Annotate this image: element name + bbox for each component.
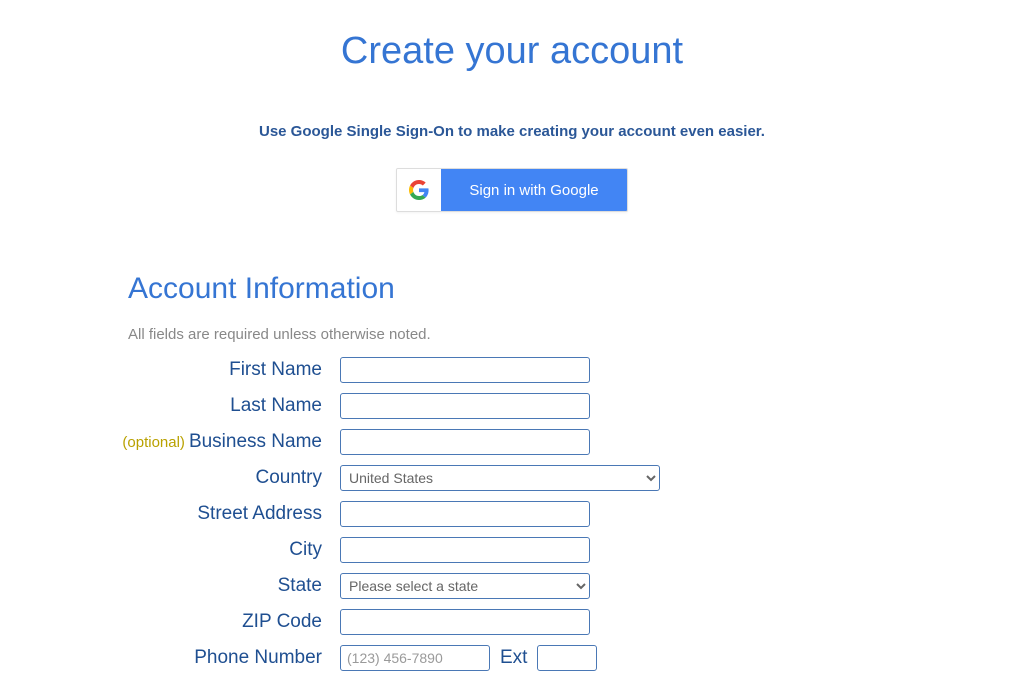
google-signin-button[interactable]: Sign in with Google: [396, 168, 627, 212]
phone-field[interactable]: [340, 645, 490, 671]
optional-tag: (optional): [122, 434, 185, 451]
zip-field[interactable]: [340, 609, 590, 635]
city-label: City: [0, 539, 340, 561]
ext-label: Ext: [500, 647, 527, 669]
country-label: Country: [0, 467, 340, 489]
google-icon: [397, 168, 441, 212]
state-select[interactable]: Please select a state: [340, 573, 590, 599]
last-name-field[interactable]: [340, 393, 590, 419]
sso-helper-text: Use Google Single Sign-On to make creati…: [0, 123, 1024, 140]
google-signin-label: Sign in with Google: [441, 168, 626, 212]
street-field[interactable]: [340, 501, 590, 527]
required-fields-note: All fields are required unless otherwise…: [128, 326, 1024, 343]
business-name-label: (optional)Business Name: [0, 431, 340, 453]
phone-label: Phone Number: [0, 647, 340, 669]
account-info-heading: Account Information: [128, 272, 1024, 306]
ext-field[interactable]: [537, 645, 597, 671]
city-field[interactable]: [340, 537, 590, 563]
last-name-label: Last Name: [0, 395, 340, 417]
page-title: Create your account: [0, 0, 1024, 123]
street-label: Street Address: [0, 503, 340, 525]
country-select[interactable]: United States: [340, 465, 660, 491]
business-name-field[interactable]: [340, 429, 590, 455]
first-name-field[interactable]: [340, 357, 590, 383]
zip-label: ZIP Code: [0, 611, 340, 633]
first-name-label: First Name: [0, 359, 340, 381]
state-label: State: [0, 575, 340, 597]
